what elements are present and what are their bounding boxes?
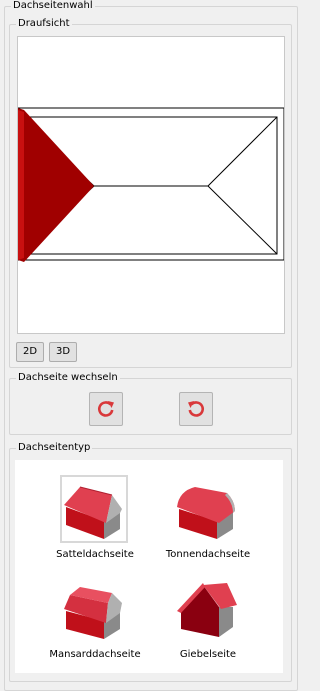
roof-type-giebel[interactable]: Giebelseite	[153, 577, 263, 667]
roof-type-title: Dachseitentyp	[16, 442, 93, 454]
switch-side-group: Dachseite wechseln	[9, 372, 292, 435]
rotate-clockwise-icon	[98, 401, 114, 417]
roof-type-mansarddach[interactable]: Mansarddachseite	[40, 577, 150, 667]
barrel-roof-icon	[175, 477, 239, 541]
rotate-counterclockwise-icon	[188, 401, 204, 417]
roof-type-label: Mansarddachseite	[49, 649, 141, 660]
gable-side-icon	[175, 577, 239, 641]
roof-type-label: Satteldachseite	[56, 549, 134, 560]
roof-plan-drawing	[18, 107, 284, 262]
mansard-roof-icon	[62, 577, 126, 641]
rotate-counterclockwise-button[interactable]	[179, 392, 213, 426]
top-view-title: Draufsicht	[16, 18, 72, 30]
selected-roof-face-edge	[18, 110, 24, 260]
view-2d-button[interactable]: 2D	[16, 342, 44, 362]
roof-type-list: Satteldachseite Tonnendachseite Mansardd…	[15, 460, 283, 673]
panel-title: Dachseitenwahl	[11, 0, 95, 12]
view-3d-button[interactable]: 3D	[49, 342, 77, 362]
rotate-clockwise-button[interactable]	[89, 392, 123, 426]
roof-type-label: Tonnendachseite	[165, 549, 251, 560]
top-view-canvas[interactable]	[17, 36, 285, 334]
switch-side-title: Dachseite wechseln	[16, 372, 120, 384]
roof-type-tonnendach[interactable]: Tonnendachseite	[153, 477, 263, 567]
roof-type-satteldach[interactable]: Satteldachseite	[40, 475, 150, 567]
saddle-roof-icon	[60, 475, 128, 543]
roof-type-label: Giebelseite	[179, 649, 237, 660]
